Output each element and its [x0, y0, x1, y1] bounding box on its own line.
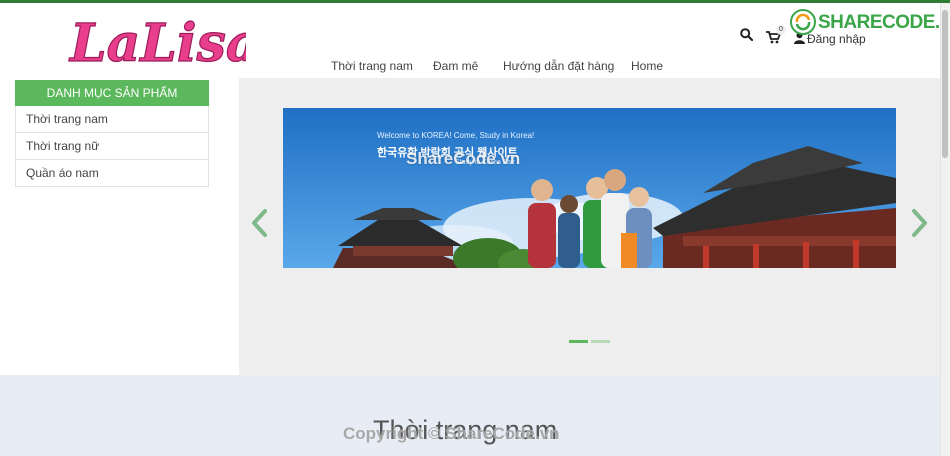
site-logo[interactable]: LaLisa [66, 5, 260, 75]
sidebar-item-men-clothes[interactable]: Quần áo nam [15, 160, 209, 187]
nav-item-order-guide[interactable]: Hướng dẫn đặt hàng [503, 59, 614, 73]
nav-item-passion[interactable]: Đam mê [433, 59, 478, 73]
search-icon[interactable] [740, 28, 754, 46]
sharecode-logo-icon [790, 9, 816, 40]
scrollbar-thumb[interactable] [942, 10, 948, 158]
copyright-watermark: Copyright © ShareCode.vn [343, 424, 560, 443]
banner-image [283, 108, 896, 268]
cart-count-badge: 0 [776, 25, 786, 35]
svg-text:LaLisa: LaLisa [68, 13, 246, 74]
nav-item-men-fashion[interactable]: Thời trang nam [331, 59, 413, 73]
sidebar-title: DANH MỤC SẢN PHẨM [15, 80, 209, 106]
nav-item-home[interactable]: Home [631, 59, 663, 73]
sidebar-item-men-fashion[interactable]: Thời trang nam [15, 106, 209, 133]
category-sidebar: DANH MỤC SẢN PHẨM Thời trang nam Thời tr… [15, 80, 209, 187]
logo-graphic: LaLisa [67, 12, 260, 74]
slide-indicator-2[interactable] [591, 340, 610, 343]
logo-text-share: SHARE [818, 12, 883, 33]
banner-watermark: ShareCode.vn [406, 149, 521, 168]
chevron-right-icon[interactable] [911, 208, 929, 243]
banner-tagline: Welcome to KOREA! Come, Study in Korea! [377, 131, 535, 140]
slide-banner[interactable]: Welcome to KOREA! Come, Study in Korea! … [283, 108, 896, 268]
slide-indicator-1[interactable] [569, 340, 588, 343]
sharecode-logo-text: SHARECODE.vn [818, 12, 950, 34]
chevron-left-icon[interactable] [250, 208, 268, 243]
sidebar-item-women-fashion[interactable]: Thời trang nữ [15, 133, 209, 160]
